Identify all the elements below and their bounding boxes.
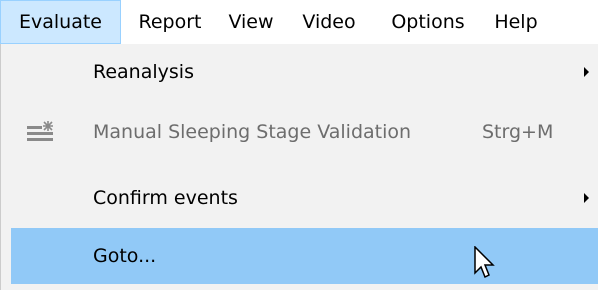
menu-report[interactable]: Report [130, 0, 210, 44]
menu-item-goto[interactable]: Goto... [11, 228, 598, 284]
submenu-arrow-icon [584, 67, 589, 77]
menu-item-shortcut: Strg+M [482, 121, 554, 143]
menu-evaluate[interactable]: Evaluate [0, 0, 121, 44]
menu-view[interactable]: View [221, 0, 281, 44]
validation-icon [25, 118, 55, 146]
menu-bar: Evaluate Report View Video Options Help [0, 0, 598, 44]
menu-video[interactable]: Video [293, 0, 365, 44]
menu-item-label: Goto... [93, 245, 157, 267]
menu-help[interactable]: Help [488, 0, 544, 44]
menu-item-label: Manual Sleeping Stage Validation [93, 121, 412, 143]
menu-options[interactable]: Options [379, 0, 477, 44]
menu-item-reanalysis[interactable]: Reanalysis [11, 44, 598, 100]
menu-item-label: Reanalysis [93, 61, 194, 83]
submenu-arrow-icon [584, 193, 589, 203]
menu-item-confirm-events[interactable]: Confirm events [11, 170, 598, 226]
menu-item-label: Confirm events [93, 187, 238, 209]
mouse-pointer-icon [474, 245, 496, 280]
menu-item-manual-sleeping-stage-validation: Manual Sleeping Stage Validation Strg+M [11, 104, 598, 160]
evaluate-dropdown-menu: Reanalysis Manual Sleeping Stage Validat… [0, 44, 598, 290]
